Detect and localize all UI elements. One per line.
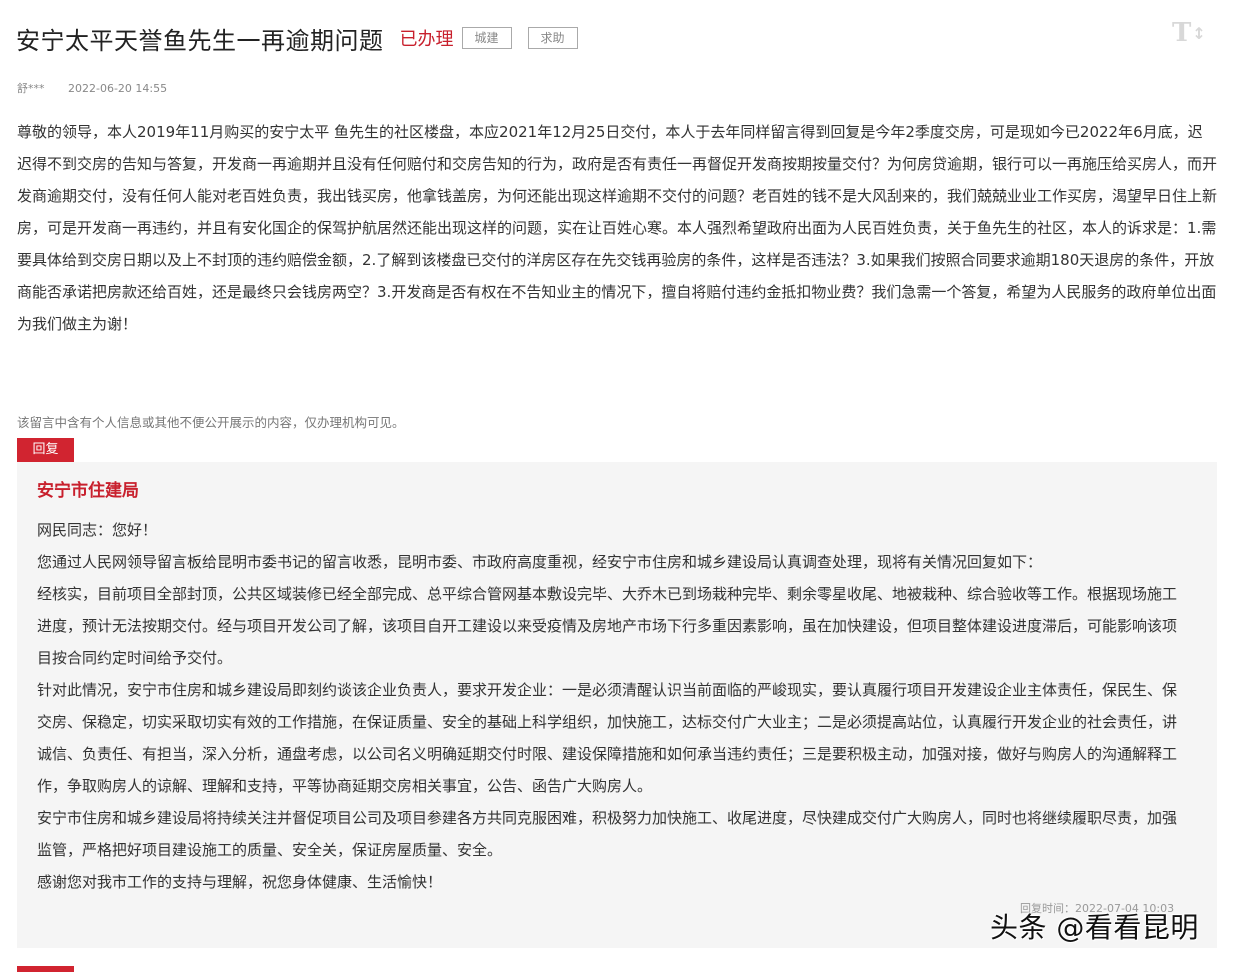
reply-paragraph: 针对此情况，安宁市住房和城乡建设局即刻约谈该企业负责人，要求开发企业：一是必须清… — [37, 681, 1178, 795]
reply-paragraph: 网民同志：您好！ — [37, 521, 158, 539]
reply-paragraph: 经核实，目前项目全部封顶，公共区域装修已经全部完成、总平综合管网基本敷设完毕、大… — [37, 585, 1178, 667]
post-meta: 舒*** 2022-06-20 14:55 — [17, 80, 167, 96]
reply-content: 网民同志：您好！ 您通过人民网领导留言板给昆明市委书记的留言收悉，昆明市委、市政… — [37, 514, 1187, 898]
reply-organization: 安宁市住建局 — [37, 481, 139, 501]
post-date: 2022-06-20 14:55 — [68, 82, 168, 95]
page-title: 安宁太平天誉鱼先生一再逾期问题 — [16, 26, 384, 55]
next-reply-label — [17, 966, 74, 972]
category-tag[interactable]: 城建 — [461, 27, 512, 49]
message-body: 尊敬的领导，本人2019年11月购买的安宁太平 鱼先生的社区楼盘，本应2021年… — [17, 123, 1218, 333]
watermark: 头条 @看看昆明 — [990, 911, 1199, 944]
author-name: 舒*** — [17, 82, 45, 95]
font-size-icon: T — [1172, 18, 1192, 48]
reply-paragraph: 您通过人民网领导留言板给昆明市委书记的留言收悉，昆明市委、市政府高度重视，经安宁… — [37, 553, 1043, 571]
reply-label: 回复 — [17, 438, 74, 462]
status-label: 已办理 — [399, 29, 454, 50]
reply-box: 安宁市住建局 网民同志：您好！ 您通过人民网领导留言板给昆明市委书记的留言收悉，… — [17, 462, 1217, 948]
privacy-note: 该留言中含有个人信息或其他不便公开展示的内容，仅办理机构可见。 — [17, 415, 405, 430]
type-tag[interactable]: 求助 — [527, 27, 578, 49]
font-size-toggle-button[interactable]: T ↕ — [1172, 18, 1208, 48]
reply-paragraph: 感谢您对我市工作的支持与理解，祝您身体健康、生活愉快！ — [37, 873, 443, 891]
resize-arrow-icon: ↕ — [1192, 23, 1206, 43]
reply-paragraph: 安宁市住房和城乡建设局将持续关注并督促项目公司及项目参建各方共同克服困难，积极努… — [37, 809, 1178, 859]
title-row: 安宁太平天誉鱼先生一再逾期问题 已办理 城建 求助 — [16, 20, 578, 56]
